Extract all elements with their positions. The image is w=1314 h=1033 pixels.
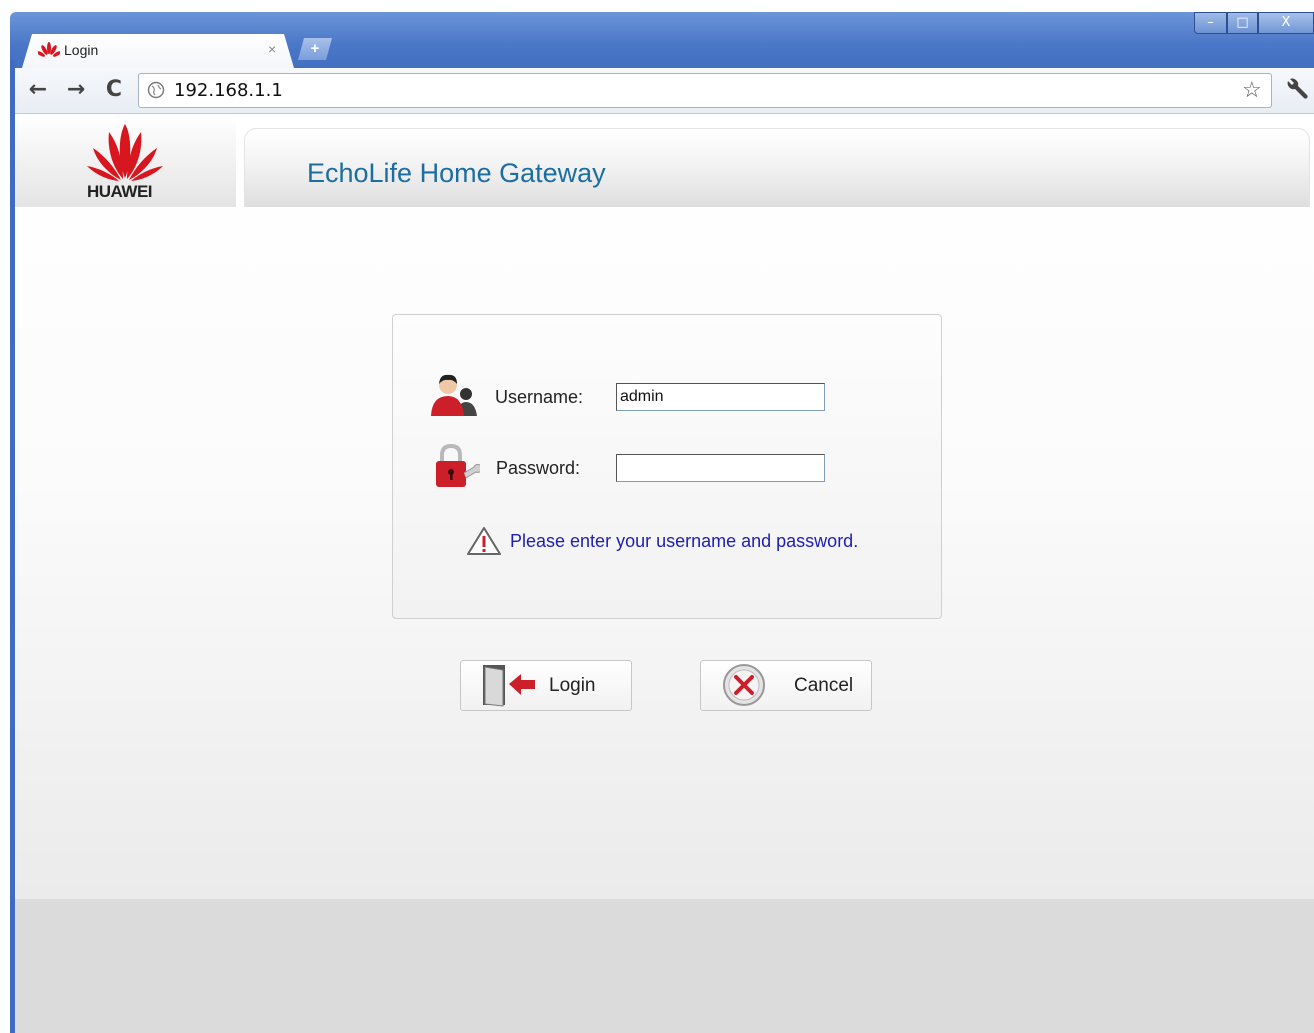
- warning-icon: [467, 527, 501, 555]
- cancel-button-label[interactable]: Cancel: [794, 675, 853, 697]
- address-bar[interactable]: [138, 73, 1272, 108]
- page-footer: [15, 899, 1314, 1033]
- login-door-icon: [483, 665, 535, 707]
- username-field[interactable]: [616, 383, 825, 411]
- minimize-button[interactable]: –: [1194, 12, 1227, 34]
- bookmark-star-icon[interactable]: ☆: [1242, 77, 1262, 103]
- reload-icon[interactable]: C: [100, 76, 128, 104]
- wrench-icon[interactable]: [1282, 76, 1310, 104]
- users-icon: [431, 374, 477, 416]
- tab-close-icon[interactable]: ×: [268, 41, 276, 57]
- password-field[interactable]: [616, 454, 825, 482]
- forward-arrow-icon[interactable]: →: [62, 76, 90, 104]
- brand-name: HUAWEI: [87, 182, 153, 201]
- tab-login[interactable]: [22, 34, 294, 68]
- cancel-x-icon: [723, 664, 765, 706]
- url-text[interactable]: 192.168.1.1: [174, 80, 283, 101]
- back-arrow-icon[interactable]: ←: [24, 76, 52, 104]
- maximize-button[interactable]: □: [1227, 12, 1258, 34]
- globe-icon: [147, 81, 165, 99]
- login-button-label[interactable]: Login: [549, 675, 596, 697]
- password-label: Password:: [496, 458, 581, 478]
- lock-icon: [436, 443, 480, 487]
- username-label: Username:: [495, 387, 584, 407]
- page-title: EchoLife Home Gateway: [307, 158, 606, 188]
- login-message: Please enter your username and password.: [510, 531, 859, 551]
- close-window-button[interactable]: X: [1258, 12, 1314, 34]
- tab-title: Login: [64, 42, 99, 58]
- huawei-favicon-icon: [38, 42, 60, 57]
- huawei-logo-icon: [87, 124, 163, 181]
- new-tab-button[interactable]: +: [298, 38, 332, 60]
